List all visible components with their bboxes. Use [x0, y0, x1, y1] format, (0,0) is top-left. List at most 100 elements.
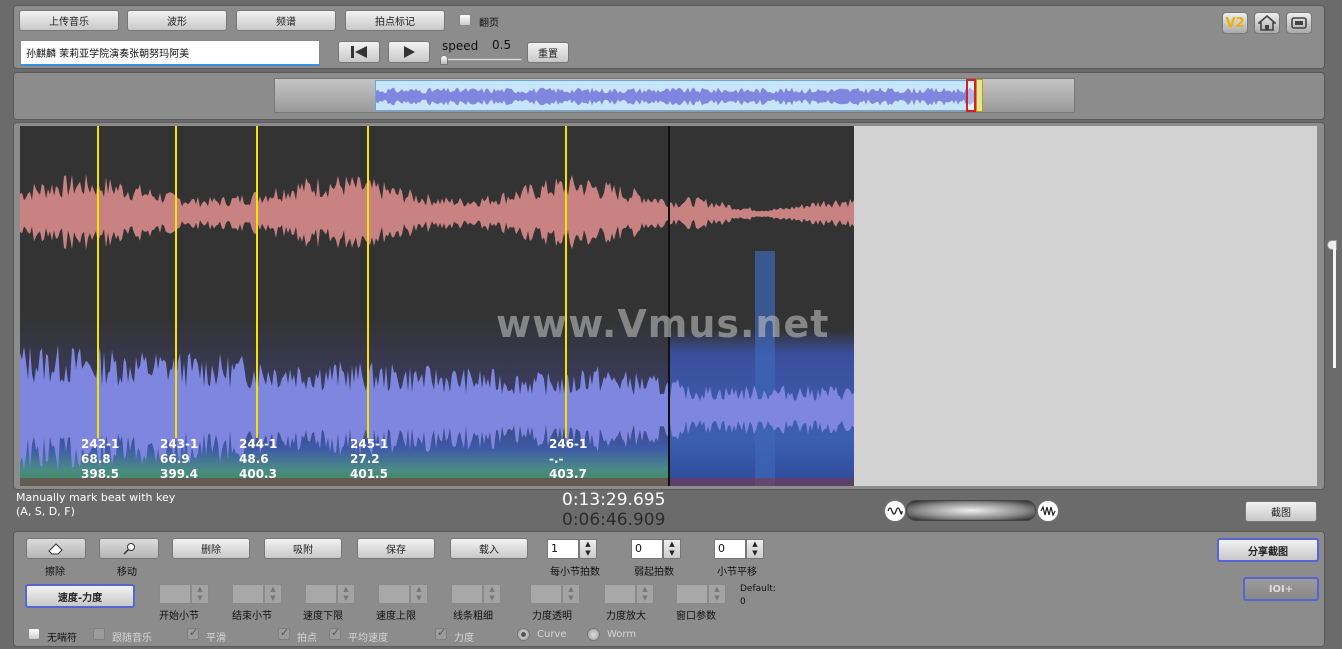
curve-radio[interactable] [517, 628, 530, 641]
speed-slider-thumb[interactable] [440, 55, 448, 65]
stepper-down-icon[interactable]: ▼ [563, 594, 579, 603]
pickup-stepper[interactable]: 0 ▲ ▼ [631, 539, 681, 559]
v2-button[interactable]: V2 [1222, 12, 1248, 34]
worm-radio[interactable] [587, 628, 600, 641]
worm-label: Worm [607, 629, 637, 640]
time-total: 0:13:29.695 [562, 490, 666, 510]
zoom-out-wave-button[interactable] [884, 500, 906, 522]
no-tail-checkbox[interactable] [28, 628, 40, 640]
screenshot-button[interactable]: 截图 [1245, 501, 1317, 522]
stepper-down-icon[interactable]: ▼ [747, 549, 763, 558]
wave-narrow-icon [887, 507, 903, 515]
smooth-checkbox[interactable] [187, 626, 199, 640]
waveform-button[interactable]: 波形 [127, 10, 227, 31]
beat-line[interactable] [175, 126, 177, 438]
stepper-up-icon[interactable]: ▲ [747, 540, 763, 549]
fullscreen-button[interactable] [1286, 12, 1312, 34]
beat-tempo: -.- [549, 452, 564, 466]
start-bar-stepper[interactable]: ▲ ▼ [159, 584, 209, 604]
tempo-dynamics-button[interactable]: 速度-力度 [25, 584, 135, 608]
reset-button[interactable]: 重置 [527, 42, 569, 63]
beat-label: 242-1 68.8 398.5 [81, 437, 119, 482]
stepper-up-icon[interactable]: ▲ [664, 540, 680, 549]
skip-to-start-button[interactable] [338, 41, 380, 63]
save-button[interactable]: 保存 [357, 538, 435, 559]
beat-time: 403.7 [549, 467, 587, 481]
stepper-down-icon[interactable]: ▼ [411, 594, 427, 603]
beat-line[interactable] [256, 126, 258, 438]
pickup-label: 弱起拍数 [634, 567, 674, 578]
stepper-up-icon[interactable]: ▲ [637, 585, 653, 594]
stepper-up-icon[interactable]: ▲ [580, 540, 596, 549]
waveform-canvas[interactable]: www.Vmus.net 242-1 68.8 398.5 243-1 66.9… [20, 126, 854, 486]
stepper-down-icon[interactable]: ▼ [709, 594, 725, 603]
dynamics-checkbox[interactable] [435, 626, 447, 640]
overview-end-marker[interactable] [976, 79, 983, 112]
stepper-up-icon[interactable]: ▲ [265, 585, 281, 594]
stepper-down-icon[interactable]: ▼ [338, 594, 354, 603]
share-screenshot-button[interactable]: 分享截图 [1217, 538, 1319, 562]
beat-time: 400.3 [239, 467, 277, 481]
dyn-alpha-stepper[interactable]: ▲ ▼ [530, 584, 580, 604]
bar-shift-value[interactable]: 0 [714, 539, 746, 559]
line-width-stepper[interactable]: ▲ ▼ [451, 584, 501, 604]
follow-music-label: 跟随音乐 [112, 633, 152, 644]
snap-button[interactable]: 吸附 [264, 538, 342, 559]
stepper-down-icon[interactable]: ▼ [664, 549, 680, 558]
load-button[interactable]: 载入 [450, 538, 528, 559]
spectrum-button[interactable]: 频谱 [236, 10, 336, 31]
playhead-marker[interactable] [966, 79, 976, 112]
stepper-down-icon[interactable]: ▼ [265, 594, 281, 603]
beat-mark-button[interactable]: 拍点标记 [345, 10, 445, 31]
zoom-in-wave-button[interactable] [1037, 500, 1059, 522]
follow-music-checkbox[interactable] [93, 628, 105, 640]
smooth-label: 平滑 [206, 633, 226, 644]
erase-button[interactable] [26, 538, 86, 559]
stepper-up-icon[interactable]: ▲ [338, 585, 354, 594]
overview-track[interactable] [274, 78, 1075, 113]
watermark: www.Vmus.net [496, 302, 830, 346]
stepper-down-icon[interactable]: ▼ [637, 594, 653, 603]
stepper-up-icon[interactable]: ▲ [411, 585, 427, 594]
pickup-value[interactable]: 0 [631, 539, 663, 559]
stepper-up-icon[interactable]: ▲ [192, 585, 208, 594]
stepper-up-icon[interactable]: ▲ [484, 585, 500, 594]
top-toolbar: 上传音乐 波形 频谱 拍点标记 翻页 孙麒麟 茉莉亚学院演奏张朝努玛阿美 spe… [13, 5, 1325, 69]
ioi-button[interactable]: IOI+ [1243, 577, 1319, 601]
vertical-scroll-handle[interactable] [1327, 240, 1337, 370]
beat-line[interactable] [97, 126, 99, 438]
tempo-max-stepper[interactable]: ▲ ▼ [378, 584, 428, 604]
tempo-min-stepper[interactable]: ▲ ▼ [305, 584, 355, 604]
stepper-down-icon[interactable]: ▼ [192, 594, 208, 603]
stepper-down-icon[interactable]: ▼ [484, 594, 500, 603]
window-param-stepper[interactable]: ▲ ▼ [676, 584, 726, 604]
beats-per-bar-value[interactable]: 1 [547, 539, 579, 559]
beat-line[interactable] [565, 126, 567, 438]
avg-tempo-checkbox[interactable] [329, 626, 341, 640]
stepper-up-icon[interactable]: ▲ [709, 585, 725, 594]
play-button[interactable] [388, 41, 430, 63]
overview-visible-window[interactable] [375, 80, 976, 111]
speed-slider[interactable] [440, 54, 522, 66]
delete-button[interactable]: 删除 [172, 538, 250, 559]
home-button[interactable] [1254, 12, 1280, 34]
zoom-slider[interactable] [906, 500, 1036, 521]
beat-line[interactable] [367, 126, 369, 438]
stepper-down-icon[interactable]: ▼ [580, 549, 596, 558]
bar-shift-stepper[interactable]: 0 ▲ ▼ [714, 539, 764, 559]
dyn-scale-stepper[interactable]: ▲ ▼ [604, 584, 654, 604]
song-title-input[interactable]: 孙麒麟 茉莉亚学院演奏张朝努玛阿美 [20, 40, 320, 66]
page-turn-checkbox[interactable] [459, 14, 471, 26]
overview-waveform [376, 87, 976, 106]
end-bar-stepper[interactable]: ▲ ▼ [232, 584, 282, 604]
beat-point-checkbox[interactable] [278, 626, 290, 640]
overview-panel [13, 72, 1325, 120]
beats-per-bar-stepper[interactable]: 1 ▲ ▼ [547, 539, 597, 559]
tools-panel: 擦除 移动 删除 吸附 保存 载入 1 ▲ ▼ 每小节拍数 0 ▲ ▼ 弱起拍数 0… [13, 531, 1325, 647]
beat-tempo: 27.2 [350, 452, 380, 466]
upload-music-button[interactable]: 上传音乐 [19, 10, 119, 31]
time-current: 0:06:46.909 [562, 510, 666, 530]
tempo-min-label: 速度下限 [303, 611, 343, 622]
move-button[interactable] [99, 538, 159, 559]
stepper-up-icon[interactable]: ▲ [563, 585, 579, 594]
